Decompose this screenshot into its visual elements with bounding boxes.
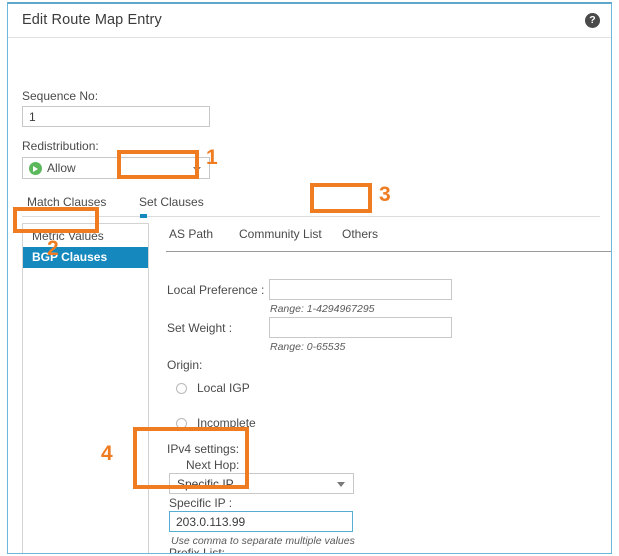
chevron-down-icon bbox=[193, 167, 201, 172]
tab-others[interactable]: Others bbox=[342, 227, 378, 241]
main-tab-strip: Match Clauses Set Clauses bbox=[22, 190, 600, 218]
ipv4-settings-label: IPv4 settings: bbox=[167, 442, 240, 456]
sequence-no-label: Sequence No: bbox=[22, 89, 99, 103]
next-hop-select[interactable]: Specific IP bbox=[169, 473, 354, 494]
bgp-clauses-panel: AS Path Community List Others Local Pref… bbox=[149, 223, 611, 554]
set-weight-hint: Range: 0-65535 bbox=[270, 341, 346, 353]
dialog-titlebar: Edit Route Map Entry ? bbox=[8, 4, 611, 38]
prefix-list-label: Prefix List: bbox=[169, 546, 226, 554]
next-hop-label: Next Hop: bbox=[186, 458, 240, 472]
set-clauses-content: Metric Values BGP Clauses AS Path Commun… bbox=[22, 223, 611, 554]
radio-circle-icon bbox=[176, 418, 187, 429]
radio-origin-incomplete-label: Incomplete bbox=[197, 416, 256, 430]
sub-tab-divider bbox=[166, 251, 611, 252]
radio-circle-icon bbox=[176, 383, 187, 394]
specific-ip-label: Specific IP : bbox=[169, 496, 233, 510]
clause-category-list: Metric Values BGP Clauses bbox=[22, 223, 149, 553]
next-hop-value: Specific IP bbox=[177, 477, 234, 491]
edit-route-map-entry-dialog: Edit Route Map Entry ? Sequence No: Redi… bbox=[7, 2, 612, 554]
tab-set-clauses[interactable]: Set Clauses bbox=[139, 195, 204, 209]
sequence-no-input[interactable] bbox=[22, 106, 210, 127]
sidebar-item-metric-values[interactable]: Metric Values bbox=[23, 226, 148, 247]
help-icon[interactable]: ? bbox=[585, 13, 600, 28]
specific-ip-input[interactable] bbox=[169, 511, 353, 532]
origin-label: Origin: bbox=[167, 358, 203, 372]
tab-strip-divider bbox=[22, 216, 600, 217]
set-weight-label: Set Weight : bbox=[167, 321, 233, 335]
tab-as-path[interactable]: AS Path bbox=[169, 227, 213, 241]
chevron-down-icon bbox=[337, 482, 345, 487]
dialog-body: Sequence No: Redistribution: Allow Match… bbox=[8, 38, 611, 554]
tab-match-clauses[interactable]: Match Clauses bbox=[27, 195, 106, 209]
redistribution-select[interactable]: Allow bbox=[22, 157, 210, 179]
local-preference-hint: Range: 1-4294967295 bbox=[270, 303, 375, 315]
radio-origin-local-igp-label: Local IGP bbox=[197, 381, 250, 395]
local-preference-input[interactable] bbox=[269, 279, 452, 300]
active-tab-indicator bbox=[140, 214, 147, 218]
redistribution-label: Redistribution: bbox=[22, 139, 99, 153]
allow-arrow-icon bbox=[29, 162, 42, 175]
tab-community-list[interactable]: Community List bbox=[239, 227, 322, 241]
redistribution-value: Allow bbox=[47, 161, 76, 175]
set-weight-input[interactable] bbox=[269, 317, 452, 338]
local-preference-label: Local Preference : bbox=[167, 283, 265, 297]
page-title: Edit Route Map Entry bbox=[22, 12, 162, 28]
sidebar-item-bgp-clauses[interactable]: BGP Clauses bbox=[23, 247, 148, 268]
